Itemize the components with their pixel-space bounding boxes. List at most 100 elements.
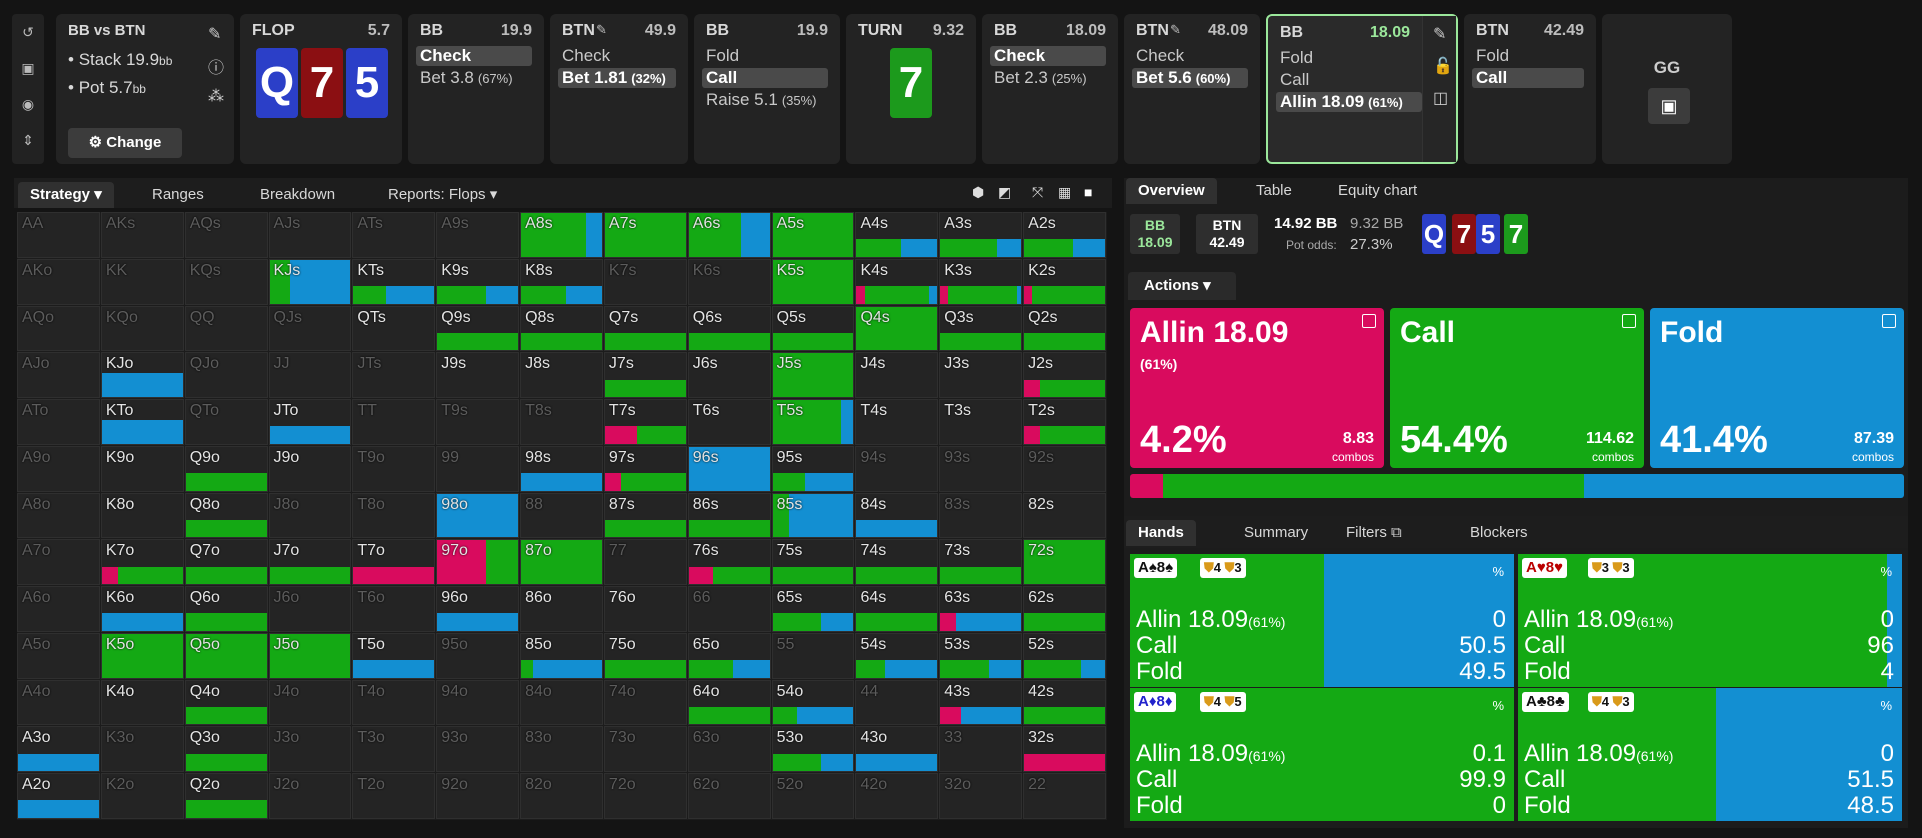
hand-cell-83o[interactable]: 83o xyxy=(520,726,603,773)
hand-cell-Q8o[interactable]: Q8o xyxy=(184,492,268,539)
hand-cell-K6o[interactable]: K6o xyxy=(100,586,184,632)
hand-cell-T3o[interactable]: T3o xyxy=(352,726,436,773)
hand-cell-84s[interactable]: 84s xyxy=(855,492,939,539)
hand-cell-64o[interactable]: 64o xyxy=(687,679,771,726)
hand-cell-96s[interactable]: 96s xyxy=(687,445,771,492)
hand-cell-84o[interactable]: 84o xyxy=(520,679,603,726)
hand-cell-AKo[interactable]: AKo xyxy=(17,258,100,305)
hand-cell-T7o[interactable]: T7o xyxy=(352,539,436,586)
hand-cell-Q9o[interactable]: Q9o xyxy=(184,445,268,492)
node-option[interactable]: Raise 5.1 (35%) xyxy=(702,90,828,110)
hand-cell-J5s[interactable]: J5s xyxy=(771,352,855,399)
change-button[interactable]: ⚙ Change xyxy=(68,128,182,158)
hand-cell-82o[interactable]: 82o xyxy=(520,773,603,819)
hand-cell-J7s[interactable]: J7s xyxy=(603,352,687,399)
turn-card[interactable]: TURN 9.32 7 xyxy=(846,14,976,164)
hand-cell-QJs[interactable]: QJs xyxy=(268,305,352,352)
hand-cell-A7o[interactable]: A7o xyxy=(17,539,100,586)
decision-node-1[interactable]: BB 19.9 Check Bet 3.8 (67%) xyxy=(408,14,544,164)
hand-cell-K7o[interactable]: K7o xyxy=(100,539,184,586)
hand-cell-Q9s[interactable]: Q9s xyxy=(436,305,520,352)
hand-cell-Q4o[interactable]: Q4o xyxy=(184,679,268,726)
node-option[interactable]: Check xyxy=(990,46,1106,66)
hand-cell-T6s[interactable]: T6s xyxy=(687,399,771,445)
hand-cell-32s[interactable]: 32s xyxy=(1023,726,1106,773)
node-option[interactable]: Fold xyxy=(1472,46,1584,66)
hand-cell-97o[interactable]: 97o xyxy=(436,539,520,586)
node-option[interactable]: Bet 1.81 (32%) xyxy=(558,68,676,88)
hand-cell-A5o[interactable]: A5o xyxy=(17,632,100,679)
tab-table[interactable]: Table xyxy=(1244,178,1304,204)
hand-cell-J7o[interactable]: J7o xyxy=(268,539,352,586)
hand-cell-A9s[interactable]: A9s xyxy=(436,212,520,258)
hand-cell-44[interactable]: 44 xyxy=(855,679,939,726)
tab-reports-flops[interactable]: Reports: Flops ▾ xyxy=(376,182,509,208)
node-option[interactable]: Check xyxy=(1132,46,1248,66)
node-option[interactable]: Check xyxy=(558,46,676,66)
node-option[interactable]: Fold xyxy=(1276,48,1422,68)
hand-cell-J9o[interactable]: J9o xyxy=(268,445,352,492)
hand-cell-T8s[interactable]: T8s xyxy=(520,399,603,445)
hand-cell-32o[interactable]: 32o xyxy=(939,773,1023,819)
hand-cell-QTo[interactable]: QTo xyxy=(184,399,268,445)
hand-cell-JJ[interactable]: JJ xyxy=(268,352,352,399)
hand-cell-22[interactable]: 22 xyxy=(1023,773,1106,819)
hand-cell-66[interactable]: 66 xyxy=(687,586,771,632)
hand-cell-K2s[interactable]: K2s xyxy=(1023,258,1106,305)
hand-cell-Q5s[interactable]: Q5s xyxy=(771,305,855,352)
hand-cell-K7s[interactable]: K7s xyxy=(603,258,687,305)
tab-hands[interactable]: Hands xyxy=(1126,520,1196,546)
hand-cell-T5o[interactable]: T5o xyxy=(352,632,436,679)
lock-icon[interactable]: 🔓 xyxy=(1433,56,1453,76)
node-option[interactable]: Bet 3.8 (67%) xyxy=(416,68,532,88)
hand-cell-62o[interactable]: 62o xyxy=(687,773,771,819)
edit-icon[interactable]: ✎ xyxy=(596,22,607,38)
hand-cell-J4s[interactable]: J4s xyxy=(855,352,939,399)
node-option[interactable]: Call xyxy=(1276,70,1422,90)
hand-cell-AJo[interactable]: AJo xyxy=(17,352,100,399)
decision-node-2[interactable]: BTN 49.9 Check Bet 1.81 (32%) ✎ xyxy=(550,14,688,164)
hand-cell-75o[interactable]: 75o xyxy=(603,632,687,679)
hand-cell-62s[interactable]: 62s xyxy=(1023,586,1106,632)
hand-cell-T4s[interactable]: T4s xyxy=(855,399,939,445)
hand-cell-AA[interactable]: AA xyxy=(17,212,100,258)
hand-cell-K5s[interactable]: K5s xyxy=(771,258,855,305)
hand-cell-54s[interactable]: 54s xyxy=(855,632,939,679)
hand-cell-86o[interactable]: 86o xyxy=(520,586,603,632)
hand-cell-K3o[interactable]: K3o xyxy=(100,726,184,773)
hand-cell-93s[interactable]: 93s xyxy=(939,445,1023,492)
node-option[interactable]: Bet 2.3 (25%) xyxy=(990,68,1106,88)
hand-cell-KQo[interactable]: KQo xyxy=(100,305,184,352)
hand-cell-T2s[interactable]: T2s xyxy=(1023,399,1106,445)
hand-cell-AKs[interactable]: AKs xyxy=(100,212,184,258)
hand-cell-53s[interactable]: 53s xyxy=(939,632,1023,679)
node-option[interactable]: Call xyxy=(1472,68,1584,88)
hand-cell-TT[interactable]: TT xyxy=(352,399,436,445)
hand-cell-J2s[interactable]: J2s xyxy=(1023,352,1106,399)
hand-cell-K6s[interactable]: K6s xyxy=(687,258,771,305)
hand-combo-card[interactable]: A♦8♦ ⛊4 ⛊5 % Allin 18.09(61%) 0.1 Call 9… xyxy=(1130,688,1514,821)
hand-cell-73s[interactable]: 73s xyxy=(939,539,1023,586)
hand-cell-J8o[interactable]: J8o xyxy=(268,492,352,539)
hand-cell-65s[interactable]: 65s xyxy=(771,586,855,632)
hand-cell-K2o[interactable]: K2o xyxy=(100,773,184,819)
hand-cell-J6s[interactable]: J6s xyxy=(687,352,771,399)
info-icon[interactable]: ⓘ xyxy=(208,54,224,78)
hand-cell-87o[interactable]: 87o xyxy=(520,539,603,586)
hand-cell-92s[interactable]: 92s xyxy=(1023,445,1106,492)
note-icon[interactable] xyxy=(1882,314,1896,328)
hand-cell-63s[interactable]: 63s xyxy=(939,586,1023,632)
flop-card[interactable]: FLOP 5.7 Q 7 5 xyxy=(240,14,402,164)
action-card-allin[interactable]: Allin 18.09 (61%) 4.2% 8.83 combos xyxy=(1130,308,1384,468)
hand-cell-A4s[interactable]: A4s xyxy=(855,212,939,258)
hand-cell-Q4s[interactable]: Q4s xyxy=(855,305,939,352)
hand-cell-Q7o[interactable]: Q7o xyxy=(184,539,268,586)
tab-summary[interactable]: Summary xyxy=(1232,520,1320,546)
hand-cell-K5o[interactable]: K5o xyxy=(100,632,184,679)
hand-cell-J8s[interactable]: J8s xyxy=(520,352,603,399)
grid-icon[interactable]: ▦ xyxy=(1058,184,1071,201)
hand-cell-T2o[interactable]: T2o xyxy=(352,773,436,819)
decision-node-4[interactable]: BB 18.09 Check Bet 2.3 (25%) xyxy=(982,14,1118,164)
hand-cell-T3s[interactable]: T3s xyxy=(939,399,1023,445)
tab-overview[interactable]: Overview xyxy=(1126,178,1217,204)
